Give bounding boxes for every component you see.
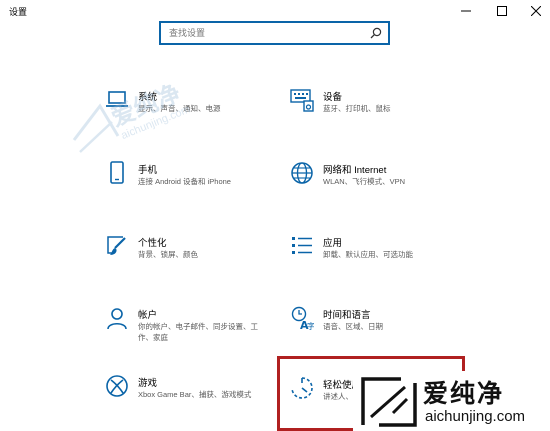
tile-system-name: 系统 xyxy=(138,92,158,103)
tile-system-desc: 显示、声音、通知、电源 xyxy=(138,104,221,113)
title-bar: 设置 xyxy=(0,0,550,22)
tile-phone[interactable]: 手机 连接 Android 设备和 iPhone xyxy=(105,161,305,211)
tile-ease-of-access-desc: 讲述人、放大镜、高对比度 xyxy=(323,392,413,401)
window-title: 设置 xyxy=(9,7,28,17)
search-icon xyxy=(370,27,382,39)
tile-system[interactable]: 系统 显示、声音、通知、电源 xyxy=(105,88,305,138)
maximize-button[interactable] xyxy=(486,0,518,22)
tile-ease-of-access[interactable]: 轻松使用 讲述人、放大镜、高对比度 xyxy=(290,376,490,426)
minimize-button[interactable] xyxy=(450,0,482,22)
time-language-icon: A 字 xyxy=(290,306,314,330)
paint-brush-icon xyxy=(105,234,129,258)
svg-text:字: 字 xyxy=(307,321,314,330)
keyboard-speaker-icon xyxy=(290,88,314,112)
tile-accounts[interactable]: 帐户 你的帐户、电子邮件、同步设置、工作、家庭 xyxy=(105,306,305,356)
xbox-icon xyxy=(105,374,129,398)
app-list-icon xyxy=(290,234,314,258)
tile-personalization-name: 个性化 xyxy=(138,238,167,249)
search-box[interactable] xyxy=(159,21,390,45)
search-input[interactable] xyxy=(169,25,369,41)
globe-icon xyxy=(290,161,314,185)
close-icon xyxy=(531,6,541,16)
person-icon xyxy=(105,306,129,330)
phone-icon xyxy=(105,161,129,185)
tile-apps-name: 应用 xyxy=(323,238,343,249)
tile-devices-name: 设备 xyxy=(323,92,343,103)
tile-apps-desc: 卸载、默认应用、可选功能 xyxy=(323,250,413,259)
minimize-icon xyxy=(461,10,471,12)
tile-gaming-desc: Xbox Game Bar、捕获、游戏模式 xyxy=(138,390,252,399)
tile-gaming-name: 游戏 xyxy=(138,378,158,389)
maximize-icon xyxy=(497,6,507,16)
tile-personalization[interactable]: 个性化 背景、锁屏、颜色 xyxy=(105,234,305,284)
tile-time-language-name: 时间和语言 xyxy=(323,310,371,321)
tile-devices[interactable]: 设备 蓝牙、打印机、鼠标 xyxy=(290,88,490,138)
tile-phone-desc: 连接 Android 设备和 iPhone xyxy=(138,177,231,186)
tile-network-desc: WLAN、飞行模式、VPN xyxy=(323,177,406,186)
tile-phone-name: 手机 xyxy=(138,165,158,176)
laptop-icon xyxy=(105,88,129,112)
close-button[interactable] xyxy=(520,0,550,22)
tile-network-name: 网络和 Internet xyxy=(323,165,387,176)
tile-devices-desc: 蓝牙、打印机、鼠标 xyxy=(323,104,391,113)
tile-accounts-desc: 你的帐户、电子邮件、同步设置、工作、家庭 xyxy=(138,322,258,342)
tile-time-language-desc: 语音、区域、日期 xyxy=(323,322,383,331)
ease-of-access-icon xyxy=(290,376,314,400)
tile-gaming[interactable]: 游戏 Xbox Game Bar、捕获、游戏模式 xyxy=(105,374,305,424)
tile-apps[interactable]: 应用 卸载、默认应用、可选功能 xyxy=(290,234,490,284)
tile-network[interactable]: 网络和 Internet WLAN、飞行模式、VPN xyxy=(290,161,490,211)
tile-ease-of-access-name: 轻松使用 xyxy=(323,380,362,391)
tile-time-language[interactable]: A 字 时间和语言 语音、区域、日期 xyxy=(290,306,490,356)
tile-personalization-desc: 背景、锁屏、颜色 xyxy=(138,250,198,259)
tile-accounts-name: 帐户 xyxy=(138,310,158,321)
